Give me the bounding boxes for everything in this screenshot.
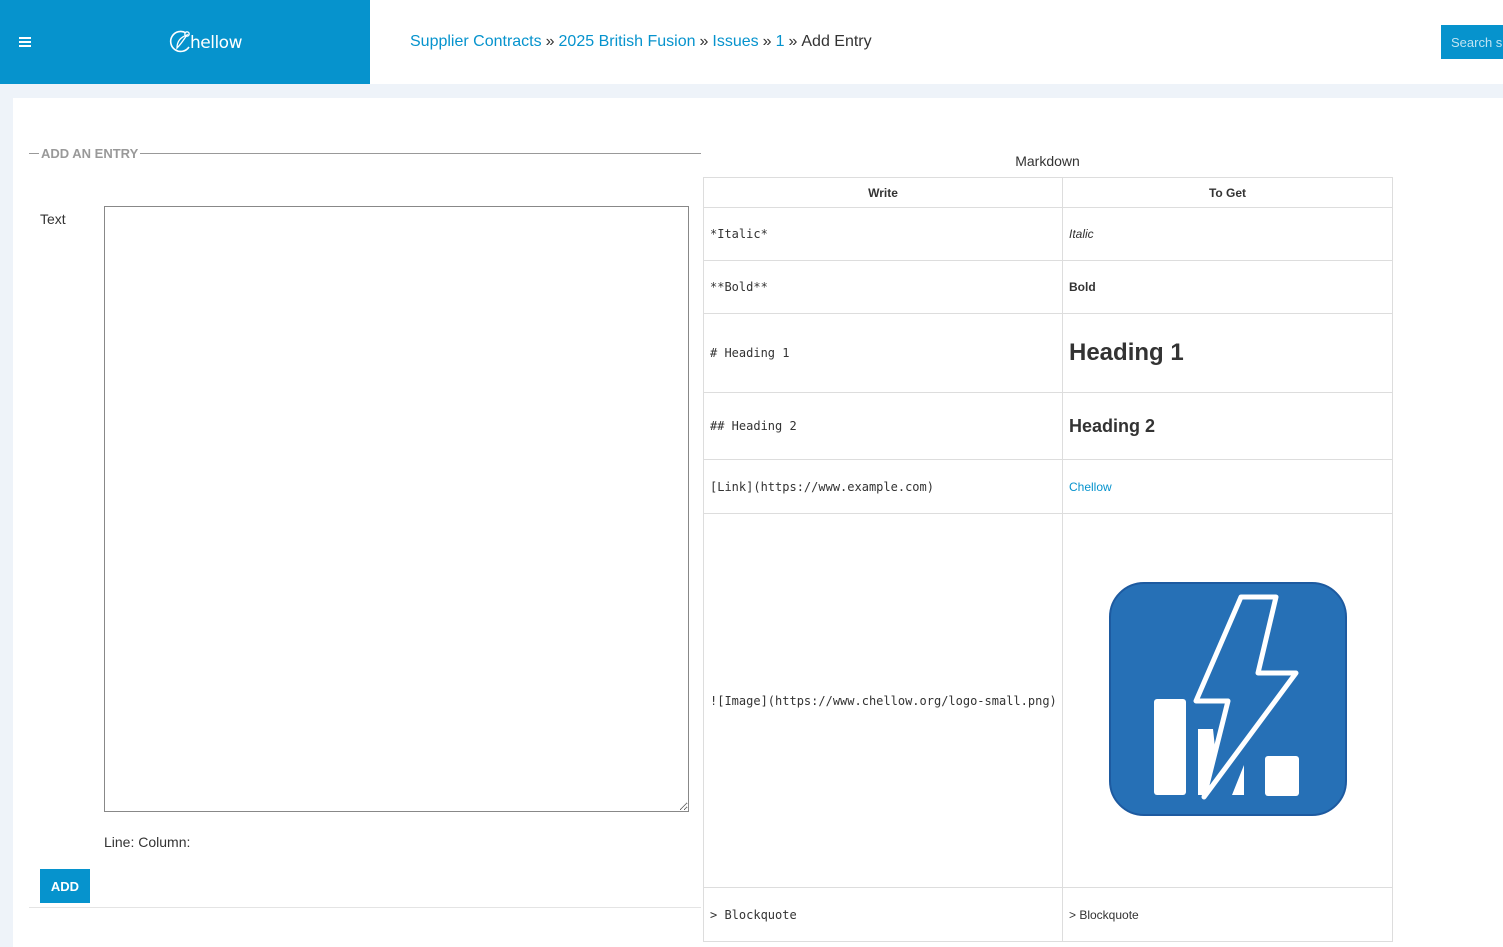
breadcrumb-separator: »: [545, 33, 555, 50]
top-bar: hellow Supplier Contracts» 2025 British F…: [0, 0, 1503, 84]
write-cell: *Italic*: [703, 207, 1063, 261]
table-row: [Link](https://www.example.com) Chellow: [703, 459, 1393, 514]
column-header-write: Write: [703, 177, 1063, 208]
main-panel: ADD AN ENTRY Text Line: Column: ADD Mark…: [13, 98, 1503, 947]
get-cell: Heading 1: [1062, 313, 1393, 393]
markdown-reference-table: Write To Get *Italic* Italic **Bold** Bo…: [703, 177, 1393, 942]
column-header-to-get: To Get: [1062, 177, 1393, 208]
entry-text-field[interactable]: [104, 206, 689, 812]
brand-bar: hellow: [0, 0, 370, 84]
add-entry-form: ADD AN ENTRY Text Line: Column: ADD: [29, 146, 701, 908]
get-cell: > Blockquote: [1062, 887, 1393, 942]
get-cell: Bold: [1062, 260, 1393, 314]
get-cell: Italic: [1062, 207, 1393, 261]
chellow-logo[interactable]: hellow: [168, 26, 242, 56]
breadcrumb-contract[interactable]: 2025 British Fusion: [559, 33, 696, 50]
write-cell: > Blockquote: [703, 887, 1063, 942]
add-button[interactable]: ADD: [40, 869, 90, 903]
breadcrumb-supplier-contracts[interactable]: Supplier Contracts: [410, 33, 542, 50]
heading1-example: Heading 1: [1069, 339, 1184, 366]
table-row: ## Heading 2 Heading 2: [703, 392, 1393, 460]
search-input[interactable]: [1441, 25, 1503, 59]
get-cell: Chellow: [1062, 459, 1393, 514]
hamburger-menu-icon[interactable]: [19, 35, 35, 49]
write-cell: # Heading 1: [703, 313, 1063, 393]
chellow-logo-image: [1108, 582, 1347, 816]
write-cell: [Link](https://www.example.com): [703, 459, 1063, 514]
link-example[interactable]: Chellow: [1069, 480, 1112, 494]
breadcrumb-separator: »: [699, 33, 709, 50]
table-row: **Bold** Bold: [703, 260, 1393, 314]
write-cell: ![Image](https://www.chellow.org/logo-sm…: [703, 513, 1063, 888]
breadcrumb-current: Add Entry: [801, 33, 872, 50]
breadcrumb-separator: »: [762, 33, 772, 50]
search-box: [1441, 25, 1503, 59]
breadcrumb-issue[interactable]: 1: [776, 33, 785, 50]
write-cell: ## Heading 2: [703, 392, 1063, 460]
heading2-example: Heading 2: [1069, 415, 1156, 436]
text-label: Text: [40, 211, 66, 227]
get-cell: [1062, 513, 1393, 888]
markdown-caption: Markdown: [1015, 153, 1080, 169]
table-row: ![Image](https://www.chellow.org/logo-sm…: [703, 513, 1393, 888]
write-cell: **Bold**: [703, 260, 1063, 314]
table-row: *Italic* Italic: [703, 207, 1393, 261]
logo-text: hellow: [190, 33, 242, 53]
cursor-position: Line: Column:: [104, 834, 191, 850]
form-legend: ADD AN ENTRY: [41, 146, 139, 161]
bold-example: Bold: [1069, 280, 1096, 294]
table-row: # Heading 1 Heading 1: [703, 313, 1393, 393]
breadcrumb-separator: »: [788, 33, 798, 50]
table-header-row: Write To Get: [703, 177, 1393, 208]
table-row: > Blockquote > Blockquote: [703, 887, 1393, 942]
breadcrumb-issues[interactable]: Issues: [712, 33, 758, 50]
get-cell: Heading 2: [1062, 392, 1393, 460]
italic-example: Italic: [1069, 227, 1094, 241]
breadcrumb: Supplier Contracts» 2025 British Fusion» I…: [410, 33, 872, 51]
